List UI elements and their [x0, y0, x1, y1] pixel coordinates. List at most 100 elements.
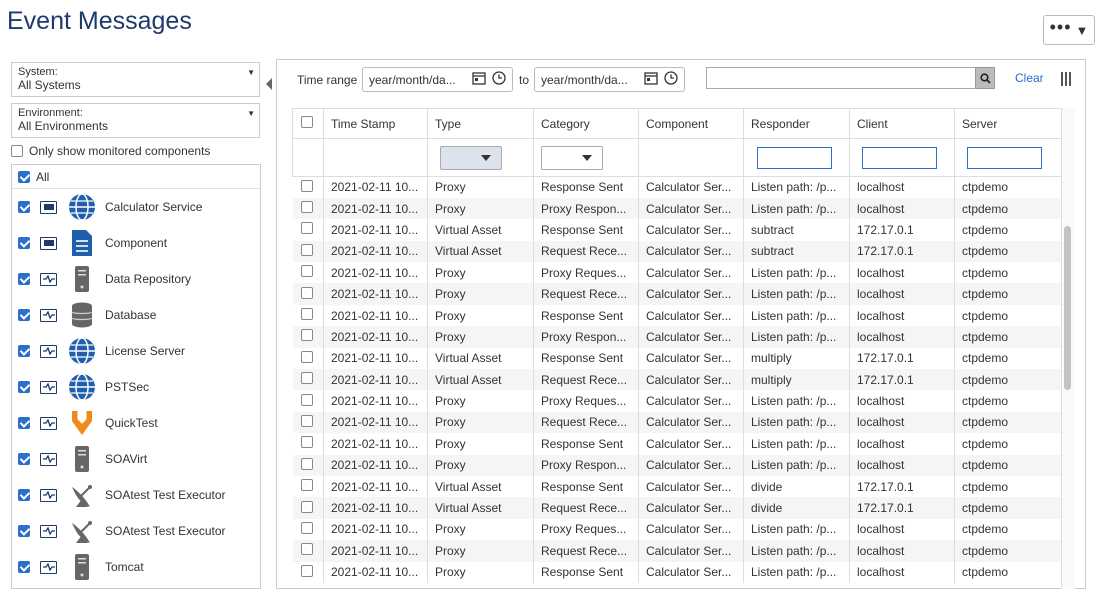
component-list-item[interactable]: Database [12, 297, 260, 333]
table-row[interactable]: 2021-02-11 10... Proxy Response Sent Calcul… [292, 433, 1062, 455]
more-options-button[interactable]: ••• ▼ [1043, 15, 1095, 45]
monitor-icon[interactable] [40, 488, 57, 502]
table-row[interactable]: 2021-02-11 10... Proxy Proxy Respon... Calc… [292, 326, 1062, 348]
table-row[interactable]: 2021-02-11 10... Virtual Asset Response Se… [292, 475, 1062, 498]
list-item-all[interactable]: All [12, 165, 260, 189]
row-checkbox[interactable] [300, 243, 313, 256]
row-checkbox[interactable] [300, 564, 313, 577]
table-row[interactable]: 2021-02-11 10... Virtual Asset Request Rec… [292, 240, 1062, 263]
search-button[interactable] [975, 67, 995, 89]
table-row[interactable]: 2021-02-11 10... Proxy Response Sent Calcul… [292, 176, 1062, 198]
component-checkbox[interactable] [18, 381, 30, 393]
table-row[interactable]: 2021-02-11 10... Proxy Proxy Reques... Calc… [292, 518, 1062, 541]
component-list-item[interactable]: SOAtest Test Executor [12, 513, 260, 549]
component-checkbox[interactable] [18, 417, 30, 429]
row-checkbox[interactable] [300, 286, 313, 299]
column-header-category[interactable]: Category [533, 108, 639, 139]
calendar-icon[interactable] [472, 71, 486, 88]
to-date-input[interactable]: year/month/da... [534, 67, 685, 92]
table-row[interactable]: 2021-02-11 10... Proxy Proxy Reques... Calc… [292, 390, 1062, 412]
component-checkbox[interactable] [18, 345, 30, 357]
row-checkbox[interactable] [300, 308, 313, 321]
table-row[interactable]: 2021-02-11 10... Proxy Proxy Reques... Calc… [292, 262, 1062, 284]
client-filter-input[interactable] [862, 146, 937, 169]
monitor-icon[interactable] [40, 308, 57, 322]
monitored-checkbox[interactable] [11, 145, 23, 157]
monitor-icon[interactable] [40, 344, 57, 358]
monitor-icon[interactable] [40, 200, 57, 214]
column-header-type[interactable]: Type [427, 108, 534, 139]
column-header-time-stamp[interactable]: Time Stamp [323, 108, 428, 139]
column-header-responder[interactable]: Responder [743, 108, 850, 139]
component-checkbox[interactable] [18, 525, 30, 537]
component-list-item[interactable]: QuickTest [12, 405, 260, 441]
component-checkbox[interactable] [18, 453, 30, 465]
row-checkbox[interactable] [300, 479, 313, 492]
row-checkbox[interactable] [300, 414, 313, 427]
environment-select[interactable]: Environment: All Environments ▼ [11, 103, 260, 138]
component-list-item[interactable]: Tomcat [12, 549, 260, 585]
table-row[interactable]: 2021-02-11 10... Proxy Request Rece... Calc… [292, 411, 1062, 434]
table-row[interactable]: 2021-02-11 10... Virtual Asset Response Se… [292, 347, 1062, 370]
column-header-client[interactable]: Client [849, 108, 955, 139]
component-list-item[interactable]: License Server [12, 333, 260, 369]
collapse-panel-icon[interactable] [266, 78, 272, 90]
table-row[interactable]: 2021-02-11 10... Proxy Response Sent Calcul… [292, 304, 1062, 327]
monitor-icon[interactable] [40, 524, 57, 538]
monitor-icon[interactable] [40, 272, 57, 286]
monitored-only-toggle[interactable]: Only show monitored components [11, 144, 210, 158]
table-row[interactable]: 2021-02-11 10... Virtual Asset Request Rec… [292, 497, 1062, 519]
monitor-icon[interactable] [40, 380, 57, 394]
row-checkbox[interactable] [300, 329, 313, 342]
component-list-item[interactable]: SOAtest Test Executor [12, 477, 260, 513]
component-list-item[interactable]: PSTSec [12, 369, 260, 405]
from-date-input[interactable]: year/month/da... [362, 67, 513, 92]
monitor-icon[interactable] [40, 416, 57, 430]
clock-icon[interactable] [664, 71, 678, 88]
row-checkbox[interactable] [300, 265, 313, 278]
row-checkbox[interactable] [300, 179, 313, 192]
row-checkbox[interactable] [300, 222, 313, 235]
clear-link[interactable]: Clear [1015, 71, 1044, 85]
component-checkbox[interactable] [18, 309, 30, 321]
row-checkbox[interactable] [300, 372, 313, 385]
server-filter-input[interactable] [967, 146, 1042, 169]
clock-icon[interactable] [492, 71, 506, 88]
table-row[interactable]: 2021-02-11 10... Proxy Response Sent Calcul… [292, 561, 1062, 583]
type-filter-select[interactable] [440, 145, 502, 170]
row-checkbox[interactable] [300, 393, 313, 406]
table-row[interactable]: 2021-02-11 10... Proxy Proxy Respon... Calc… [292, 454, 1062, 476]
all-checkbox[interactable] [18, 170, 30, 183]
system-select[interactable]: System: All Systems ▼ [11, 62, 260, 97]
row-checkbox[interactable] [300, 457, 313, 470]
table-row[interactable]: 2021-02-11 10... Virtual Asset Request Rec… [292, 369, 1062, 391]
category-filter-select[interactable] [541, 145, 603, 170]
component-checkbox[interactable] [18, 237, 30, 249]
row-checkbox[interactable] [300, 543, 313, 556]
select-all-checkbox[interactable] [301, 116, 313, 128]
column-header-server[interactable]: Server [954, 108, 1062, 139]
component-checkbox[interactable] [18, 273, 30, 285]
table-row[interactable]: 2021-02-11 10... Virtual Asset Response Se… [292, 219, 1062, 241]
component-checkbox[interactable] [18, 201, 30, 213]
column-header-component[interactable]: Component [638, 108, 744, 139]
row-checkbox[interactable] [300, 500, 313, 513]
table-row[interactable]: 2021-02-11 10... Proxy Request Rece... Calc… [292, 540, 1062, 562]
monitor-icon[interactable] [40, 560, 57, 574]
monitor-icon[interactable] [40, 452, 57, 466]
responder-filter-input[interactable] [757, 146, 832, 169]
table-row[interactable]: 2021-02-11 10... Proxy Request Rece... Calc… [292, 283, 1062, 305]
row-checkbox[interactable] [300, 436, 313, 449]
row-checkbox[interactable] [300, 521, 313, 534]
scrollbar-thumb[interactable] [1064, 226, 1071, 390]
component-list-item[interactable]: Component [12, 225, 260, 261]
calendar-icon[interactable] [644, 71, 658, 88]
component-list-item[interactable]: SOAVirt [12, 441, 260, 477]
component-checkbox[interactable] [18, 561, 30, 573]
monitor-icon[interactable] [40, 236, 57, 250]
row-checkbox[interactable] [300, 350, 313, 363]
columns-icon[interactable] [1061, 72, 1071, 86]
component-list-item[interactable]: Calculator Service [12, 189, 260, 225]
table-row[interactable]: 2021-02-11 10... Proxy Proxy Respon... Calc… [292, 197, 1062, 220]
component-list-item[interactable]: Data Repository [12, 261, 260, 297]
